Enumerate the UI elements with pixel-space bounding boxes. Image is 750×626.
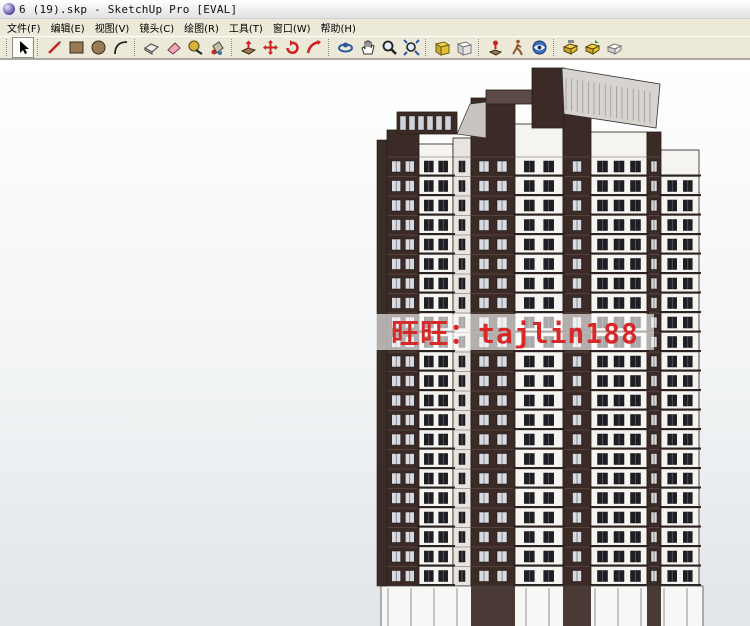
get-models-icon [562, 40, 578, 55]
previous-view-icon [434, 41, 450, 56]
title-bar: 6 (19).skp - SketchUp Pro [EVAL] [0, 0, 750, 19]
toolbar-grip[interactable] [328, 39, 331, 56]
main-toolbar [0, 36, 750, 59]
walk-tool-button[interactable] [506, 37, 528, 58]
eraser-icon [166, 42, 181, 55]
move-tool-button[interactable] [259, 37, 281, 58]
select-tool-button[interactable] [12, 37, 34, 58]
line-tool-button[interactable] [43, 37, 65, 58]
menu-draw[interactable]: 绘图(R) [179, 20, 224, 35]
rotate-tool-button[interactable] [281, 37, 303, 58]
toolbar-grip[interactable] [231, 39, 234, 56]
push-pull-icon [240, 40, 256, 55]
paint-bucket-button[interactable] [206, 37, 228, 58]
menu-camera[interactable]: 镜头(C) [134, 20, 179, 35]
watermark: 旺旺：tajlin188 [376, 314, 654, 350]
next-view-button[interactable] [453, 37, 475, 58]
share-model-button[interactable] [581, 37, 603, 58]
orbit-tool-button[interactable] [334, 37, 356, 58]
walk-icon [511, 39, 523, 56]
menu-help[interactable]: 帮助(H) [316, 20, 361, 35]
menu-bar: 文件(F) 编辑(E) 视图(V) 镜头(C) 绘图(R) 工具(T) 窗口(W… [0, 19, 750, 36]
share-model-icon [584, 40, 600, 55]
position-camera-button[interactable] [484, 37, 506, 58]
toolbar-grip[interactable] [553, 39, 556, 56]
position-camera-icon [488, 40, 502, 56]
line-icon [47, 41, 61, 54]
zoom-extents-button[interactable] [400, 37, 422, 58]
toolbar-grip[interactable] [6, 39, 9, 56]
paint-bucket-icon [211, 41, 224, 55]
toolbar-grip[interactable] [425, 39, 428, 56]
look-around-button[interactable] [528, 37, 550, 58]
make-component-button[interactable] [140, 37, 162, 58]
menu-file[interactable]: 文件(F) [2, 20, 46, 35]
menu-edit[interactable]: 编辑(E) [46, 20, 90, 35]
pan-icon [360, 40, 375, 55]
menu-view[interactable]: 视图(V) [90, 20, 135, 35]
drawing-viewport[interactable]: 旺旺：tajlin188 [0, 59, 750, 626]
sketchup-app-icon[interactable] [3, 3, 15, 15]
select-icon [19, 41, 29, 54]
zoom-icon [382, 40, 397, 55]
rotate-icon [285, 40, 299, 54]
menu-tools[interactable]: 工具(T) [224, 20, 268, 35]
move-icon [262, 40, 278, 55]
follow-me-button[interactable] [303, 37, 325, 58]
arc-icon [113, 41, 127, 55]
next-view-icon [456, 41, 472, 56]
push-pull-button[interactable] [237, 37, 259, 58]
circle-tool-button[interactable] [87, 37, 109, 58]
zoom-extents-icon [402, 39, 420, 56]
watermark-text: 旺旺：tajlin188 [391, 317, 639, 350]
toolbar-grip[interactable] [134, 39, 137, 56]
look-around-icon [532, 40, 546, 55]
tape-measure-button[interactable] [184, 37, 206, 58]
share-component-icon [606, 43, 622, 55]
toolbar-grip[interactable] [37, 39, 40, 56]
get-models-button[interactable] [559, 37, 581, 58]
arc-tool-button[interactable] [109, 37, 131, 58]
pan-tool-button[interactable] [356, 37, 378, 58]
rectangle-tool-button[interactable] [65, 37, 87, 58]
toolbar-grip[interactable] [478, 39, 481, 56]
follow-me-icon [306, 40, 321, 54]
menu-window[interactable]: 窗口(W) [268, 20, 316, 35]
orbit-icon [337, 42, 353, 53]
zoom-tool-button[interactable] [378, 37, 400, 58]
make-component-icon [143, 43, 159, 55]
window-title: 6 (19).skp - SketchUp Pro [EVAL] [19, 2, 238, 16]
previous-view-button[interactable] [431, 37, 453, 58]
eraser-tool-button[interactable] [162, 37, 184, 58]
circle-icon [91, 40, 105, 55]
rectangle-icon [69, 41, 83, 54]
share-component-button[interactable] [603, 37, 625, 58]
tape-measure-icon [188, 40, 203, 55]
